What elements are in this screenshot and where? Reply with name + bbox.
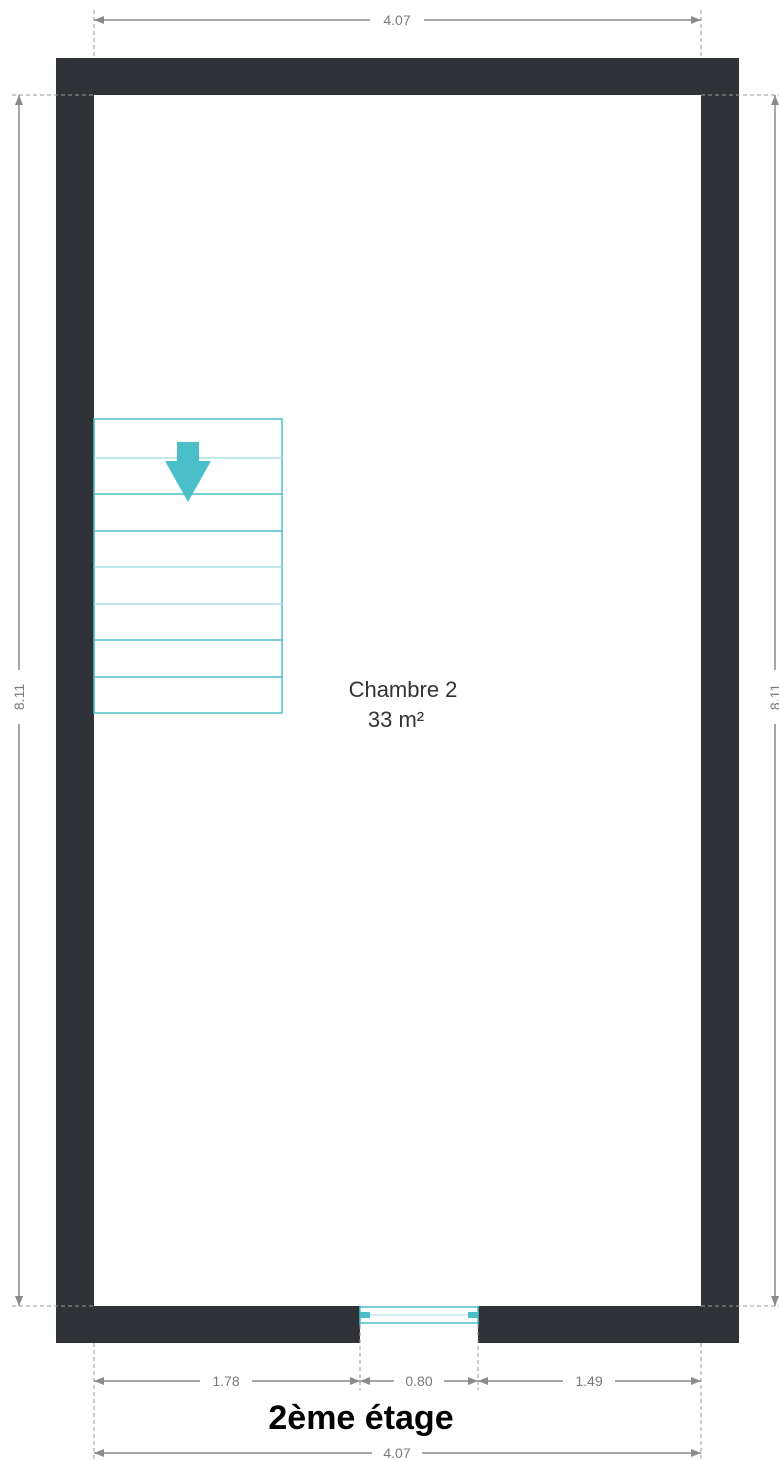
wall-top (56, 58, 739, 95)
floor-plan: 4.07 8.11 8.11 1.78 0.80 1.49 4.07 Chamb… (11, 10, 779, 1461)
dimension-label-bottom-left: 1.78 (212, 1373, 239, 1389)
arrow-down-icon (165, 442, 211, 502)
door-opening[interactable] (359, 1306, 479, 1325)
dimension-bottom-total: 4.07 (94, 1445, 701, 1461)
dimension-label-left: 8.11 (11, 684, 27, 710)
wall-bottom-left (56, 1306, 360, 1343)
room-area: 33 m² (368, 707, 424, 732)
wall-left (56, 58, 94, 1343)
dimension-label-door: 0.80 (405, 1373, 432, 1389)
wall-right (701, 58, 739, 1343)
dimension-label-right: 8.11 (767, 684, 779, 710)
wall-bottom-right (478, 1306, 739, 1343)
dimension-bottom-segments: 1.78 0.80 1.49 (93, 1325, 702, 1461)
staircase[interactable] (93, 418, 283, 714)
dimension-top: 4.07 (93, 10, 702, 58)
room-name: Chambre 2 (349, 677, 458, 702)
dimension-label-top: 4.07 (383, 12, 410, 28)
floor-title: 2ème étage (268, 1399, 453, 1437)
dimension-label-bottom-right: 1.49 (575, 1373, 602, 1389)
dimension-label-bottom-total: 4.07 (383, 1445, 410, 1461)
